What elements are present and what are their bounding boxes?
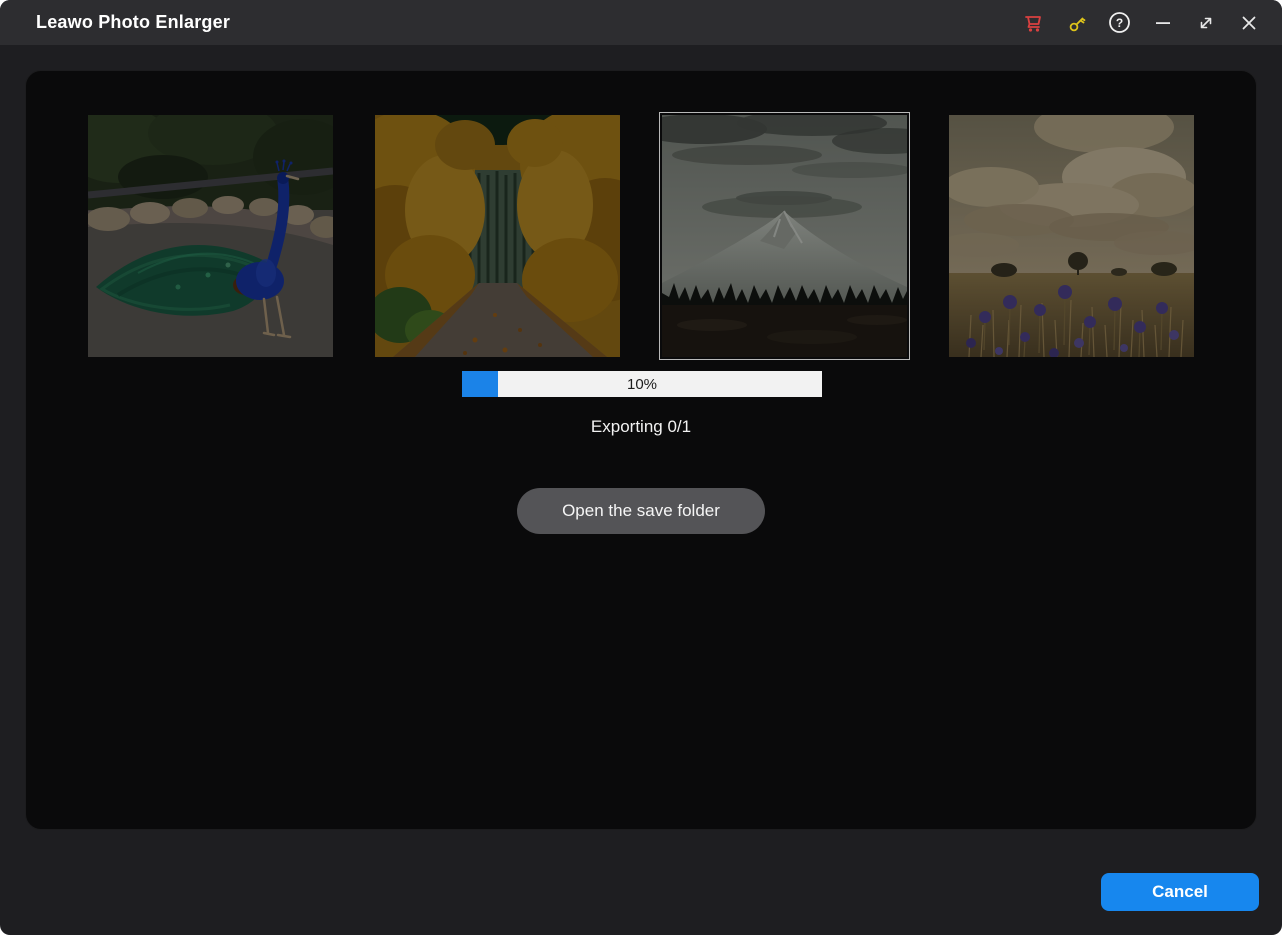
help-button[interactable]: ? (1098, 0, 1141, 45)
thumbnail-meadow-flowers[interactable] (949, 115, 1194, 357)
register-button[interactable] (1055, 0, 1098, 45)
mountain-image (662, 115, 907, 357)
titlebar: Leawo Photo Enlarger (0, 0, 1282, 45)
maximize-button[interactable] (1184, 0, 1227, 45)
key-icon (1066, 12, 1088, 34)
close-icon (1240, 14, 1258, 32)
meadow-image (949, 115, 1194, 357)
app-window: Leawo Photo Enlarger (0, 0, 1282, 935)
cart-button[interactable] (1012, 0, 1055, 45)
minimize-button[interactable] (1141, 0, 1184, 45)
close-button[interactable] (1227, 0, 1270, 45)
help-icon: ? (1108, 11, 1131, 34)
thumbnail-mountain[interactable] (662, 115, 907, 357)
thumbnail-peacock[interactable] (88, 115, 333, 357)
peacock-image (88, 115, 333, 357)
progress-percent-label: 10% (462, 371, 822, 397)
thumbnail-row (26, 115, 1256, 357)
content-panel: 10% Exporting 0/1 Open the save folder (25, 70, 1257, 830)
open-save-folder-button[interactable]: Open the save folder (517, 488, 765, 534)
expand-icon (1197, 14, 1215, 32)
titlebar-actions: ? (1012, 0, 1270, 45)
export-status-text: Exporting 0/1 (26, 417, 1256, 437)
minimize-icon (1154, 14, 1172, 32)
window-title: Leawo Photo Enlarger (36, 12, 230, 33)
cancel-button[interactable]: Cancel (1101, 873, 1259, 911)
progress-bar: 10% (462, 371, 822, 397)
thumbnail-autumn-road[interactable] (375, 115, 620, 357)
autumn-road-image (375, 115, 620, 357)
svg-text:?: ? (1116, 16, 1123, 30)
cart-icon (1023, 12, 1045, 34)
